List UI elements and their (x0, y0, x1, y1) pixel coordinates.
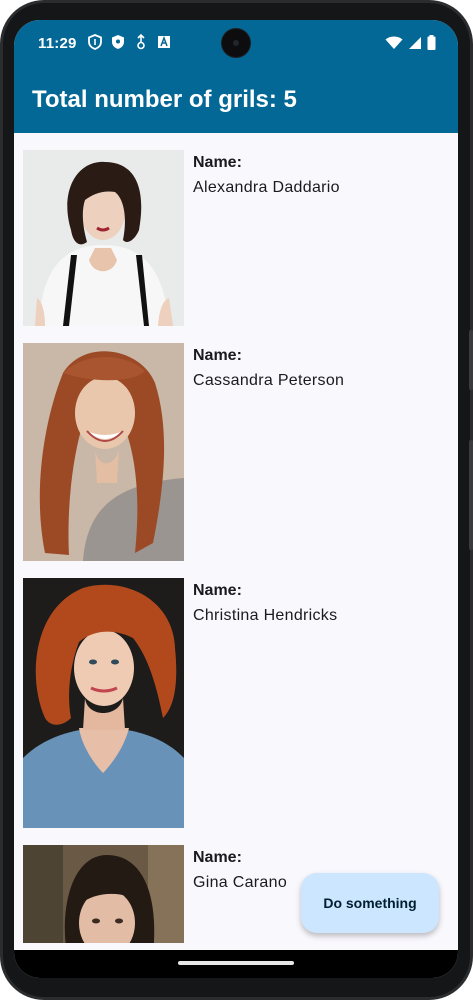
portrait-photo (23, 845, 184, 943)
list-item[interactable]: Name: Christina Hendricks (23, 578, 449, 828)
name-label: Name: (193, 347, 242, 364)
name-label: Name: (193, 154, 242, 171)
list-item[interactable]: Name: Alexandra Daddario (23, 150, 449, 326)
name-value: Christina Hendricks (193, 607, 338, 624)
status-time: 11:29 (38, 35, 77, 52)
screen: 11:29 Total number of grils: 5 Name: Ale… (14, 20, 458, 978)
page-title: Total number of grils: 5 (32, 86, 297, 113)
font-a-icon (157, 34, 171, 50)
wifi-icon (385, 36, 403, 55)
do-something-button[interactable]: Do something (301, 873, 439, 933)
shield-filled-icon (111, 34, 125, 50)
signal-icon (408, 36, 422, 55)
status-system-icons (385, 35, 436, 55)
navigation-bar (14, 950, 458, 978)
status-notification-icons (88, 33, 171, 50)
portrait-photo (23, 343, 184, 561)
girls-list[interactable]: Name: Alexandra Daddario Name: Cassandra… (14, 133, 458, 943)
home-gesture-handle[interactable] (178, 961, 294, 965)
name-value: Gina Carano (193, 874, 288, 891)
app-bar: Total number of grils: 5 (14, 70, 458, 133)
front-camera (222, 29, 250, 57)
list-item[interactable]: Name: Cassandra Peterson (23, 343, 449, 561)
portrait-photo (23, 150, 184, 326)
phone-frame: 11:29 Total number of grils: 5 Name: Ale… (0, 0, 473, 1000)
volume-button (469, 330, 473, 390)
shield-outline-icon (88, 34, 102, 50)
portrait-photo (23, 578, 184, 828)
name-value: Alexandra Daddario (193, 179, 340, 196)
usb-debug-icon (134, 33, 148, 50)
power-button (469, 440, 473, 550)
name-value: Cassandra Peterson (193, 372, 345, 389)
status-bar: 11:29 (14, 20, 458, 70)
battery-icon (427, 35, 436, 55)
name-label: Name: (193, 849, 242, 866)
name-label: Name: (193, 582, 242, 599)
